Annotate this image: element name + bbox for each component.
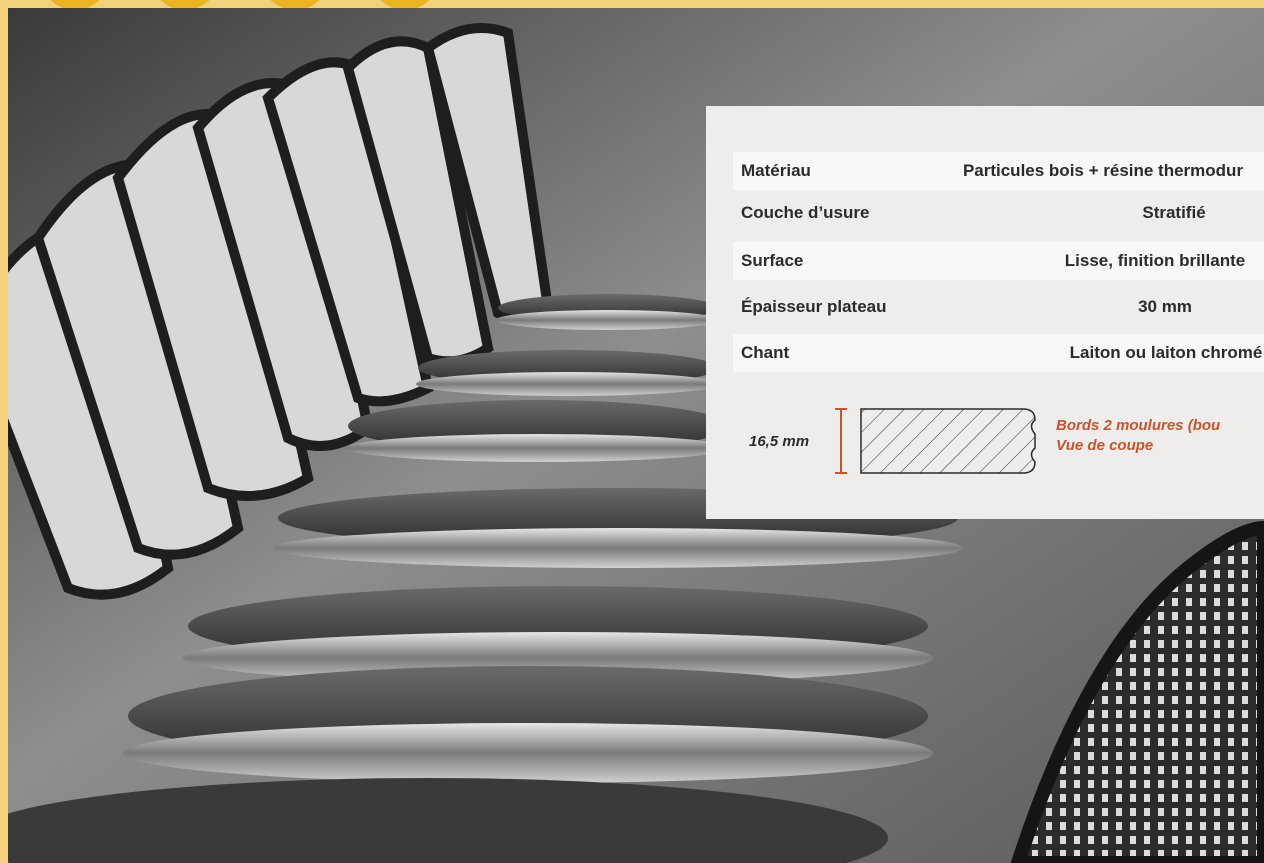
spec-row-wear-layer: Couche d’usure Stratifié — [733, 194, 1264, 232]
spec-value: Laiton ou laiton chromé — [1069, 343, 1263, 362]
spec-label: Couche d’usure — [741, 203, 870, 222]
spec-value: Lisse, finition brillante — [1064, 251, 1246, 270]
specifications-card: Matériau Particules bois + résine thermo… — [706, 106, 1264, 519]
edge-thickness-label: 16,5 mm — [749, 433, 810, 450]
edge-section-shape — [860, 408, 1036, 474]
spec-value: 30 mm — [1138, 297, 1192, 316]
dimension-marker — [835, 408, 847, 474]
spec-label: Chant — [741, 343, 790, 362]
edge-profile-diagram — [828, 406, 1048, 482]
caption-line: Bords 2 moulures (bou — [1056, 417, 1221, 434]
spec-label: Épaisseur plateau — [741, 297, 887, 316]
left-brand-strip — [0, 0, 8, 863]
spec-row-edge: Chant Laiton ou laiton chromé — [733, 334, 1264, 372]
caption-line: Vue de coupe — [1056, 437, 1154, 454]
edge-profile-caption: Bords 2 moulures (bou Vue de coupe — [1056, 416, 1220, 456]
spec-row-thickness: Épaisseur plateau 30 mm — [733, 288, 1264, 326]
spec-row-material: Matériau Particules bois + résine thermo… — [733, 152, 1264, 190]
spec-value: Stratifié — [1142, 203, 1206, 222]
spec-row-surface: Surface Lisse, finition brillante — [733, 242, 1264, 280]
spec-label: Surface — [741, 251, 804, 270]
spec-value: Particules bois + résine thermodur — [962, 161, 1244, 180]
product-sheet-page: Matériau Particules bois + résine thermo… — [0, 0, 1264, 863]
spec-label: Matériau — [741, 161, 811, 180]
